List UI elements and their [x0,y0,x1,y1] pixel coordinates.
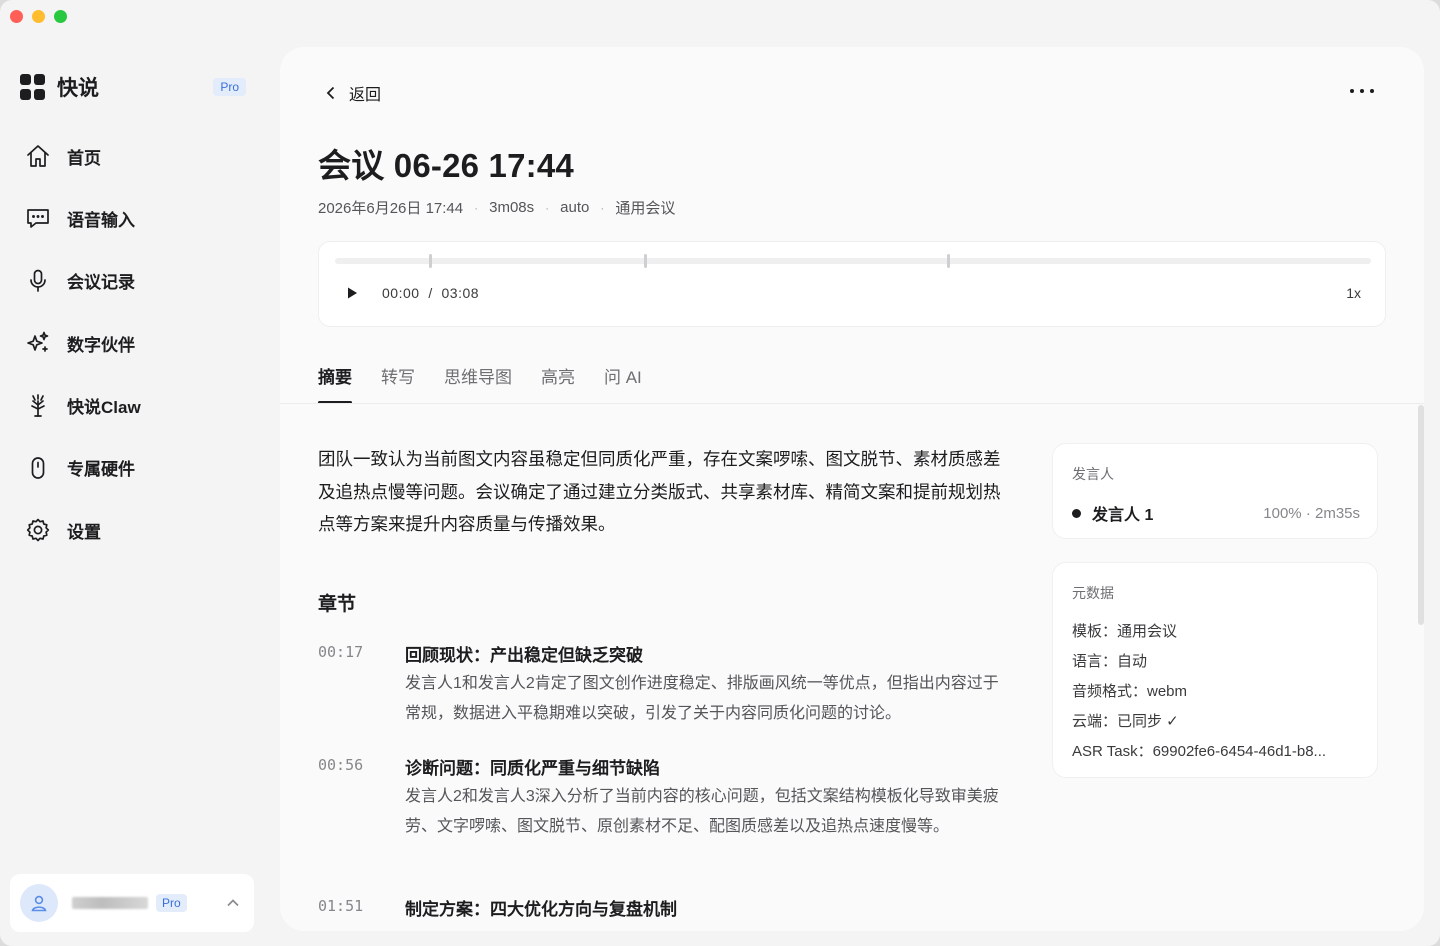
tab-summary[interactable]: 摘要 [318,363,352,404]
metadata-template: 模板：通用会议 [1072,623,1178,640]
sidebar-item-label: 设置 [67,522,101,542]
sidebar-item-label: 数字伙伴 [67,335,135,355]
chapter-title: 诊断问题：同质化严重与细节缺陷 [405,759,660,778]
speakers-card: 发言人 发言人 1 100% · 2m35s [1052,443,1378,539]
user-icon [31,895,47,912]
home-icon [24,142,52,170]
sidebar-item-label: 首页 [67,148,101,168]
speaker-stat: 100% · 2m35s [1263,504,1360,522]
sidebar-item-label: 语音输入 [67,210,135,230]
user-pro-badge: Pro [156,894,187,912]
total-time: 03:08 [441,285,480,301]
play-icon [348,287,357,299]
chapter-timestamp[interactable]: 00:17 [318,643,363,661]
separator-dot: · [545,200,550,215]
chapter-marker[interactable] [429,254,432,268]
meeting-date: 2026年6月26日 17:44 [318,200,464,217]
brand: 快说 Pro [20,72,246,102]
play-button[interactable] [345,286,359,300]
chapter-title: 制定方案：四大优化方向与复盘机制 [405,900,677,919]
back-label: 返回 [349,87,382,104]
meeting-detail-panel: 返回 会议 06-26 17:44 2026年6月26日 17:44 · 3m0… [280,47,1424,931]
summary-text: 团队一致认为当前图文内容虽稳定但同质化严重，存在文案啰嗦、图文脱节、素材质感差及… [318,449,1001,534]
chapter-description: 发言人2和发言人3深入分析了当前内容的核心问题，包括文案结构模板化导致审美疲劳、… [405,788,999,835]
sidebar-item-home[interactable]: 首页 [24,136,254,176]
more-options-button[interactable] [1350,83,1374,99]
tab-mindmap[interactable]: 思维导图 [444,363,512,404]
sidebar-item-label: 快说Claw [67,398,141,418]
claw-icon [24,392,52,420]
back-button[interactable]: 返回 [322,81,381,105]
tab-ask-ai[interactable]: 问 AI [604,363,642,404]
sidebar-item-label: 会议记录 [67,273,135,293]
tab-transcript[interactable]: 转写 [381,363,415,404]
tab-divider [280,403,1424,404]
chapter-title: 回顾现状：产出稳定但缺乏突破 [405,646,643,665]
sidebar-item-meetings[interactable]: 会议记录 [24,261,254,301]
meeting-template: 通用会议 [615,200,676,217]
separator-dot: · [474,200,479,215]
sidebar-item-settings[interactable]: 设置 [24,510,254,550]
sidebar-item-voice-input[interactable]: 语音输入 [24,198,254,238]
app-name: 快说 [57,77,99,100]
playback-speed-button[interactable]: 1x [1346,285,1361,301]
audio-player: 00:00 / 03:08 1x [318,241,1386,327]
metadata-card: 元数据 模板：通用会议 语言：自动 音频格式：webm 云端：已同步 ✓ ASR… [1052,562,1378,778]
chat-bubble-icon [24,204,52,232]
sidebar-nav: 首页 语音输入 会议记录 数字伙伴 快说Claw 专属硬件 设置 [24,136,254,573]
sparkles-icon [24,329,52,357]
chevron-up-icon[interactable] [224,894,242,912]
speaker-name: 发言人 1 [1092,507,1154,524]
chapter-description: 发言人1和发言人2肯定了图文创作进度稳定、排版画风统一等优点，但指出内容过于常规… [405,675,999,722]
progress-track[interactable] [335,254,1371,268]
metadata-audio-format: 音频格式：webm [1072,683,1188,700]
chapters-heading: 章节 [318,594,357,615]
metadata-asr-task: ASR Task：69902fe6-6454-46d1-b8... [1072,743,1327,760]
speaker-color-dot [1072,508,1081,518]
separator-dot: · [600,200,605,215]
sidebar-item-digital-partner[interactable]: 数字伙伴 [24,323,254,363]
chapter-marker[interactable] [947,254,950,268]
blurred-username [72,897,148,909]
chapter-timestamp[interactable]: 01:51 [318,897,363,915]
time-separator: / [428,285,433,301]
metadata-language: 语言：自动 [1072,653,1148,670]
speakers-card-label: 发言人 [1072,466,1114,482]
pro-badge: Pro [213,78,246,96]
current-time: 00:00 [382,285,420,301]
content-tabs: 摘要 转写 思维导图 高亮 问 AI [318,363,671,404]
page-title: 会议 06-26 17:44 [318,147,574,184]
sidebar-item-label: 专属硬件 [67,460,135,480]
chevron-left-icon [326,86,335,100]
playback-time: 00:00 / 03:08 [382,285,479,301]
device-icon [24,454,52,482]
meeting-meta: 2026年6月26日 17:44 · 3m08s · auto · 通用会议 [318,197,675,218]
microphone-icon [24,267,52,295]
app-window: 快说 Pro 首页 语音输入 会议记录 数字伙伴 快说Claw 专属硬件 设置 … [0,0,1440,946]
tab-highlights[interactable]: 高亮 [541,363,575,404]
app-logo-icon [20,74,46,100]
chapter-timestamp[interactable]: 00:56 [318,756,363,774]
user-account-card[interactable]: Pro [10,874,254,932]
gear-icon [24,516,52,544]
chapter-marker[interactable] [644,254,647,268]
avatar [20,884,58,922]
sidebar: 快说 Pro 首页 语音输入 会议记录 数字伙伴 快说Claw 专属硬件 设置 … [0,0,270,946]
scrollbar[interactable] [1418,405,1424,625]
metadata-card-label: 元数据 [1072,585,1114,601]
metadata-cloud-sync: 云端：已同步 ✓ [1072,713,1179,730]
meeting-duration: 3m08s [489,199,535,216]
sidebar-item-claw[interactable]: 快说Claw [24,386,254,426]
speaker-row[interactable]: 发言人 1 100% · 2m35s [1072,501,1360,525]
meeting-language: auto [560,199,590,216]
sidebar-item-hardware[interactable]: 专属硬件 [24,448,254,488]
